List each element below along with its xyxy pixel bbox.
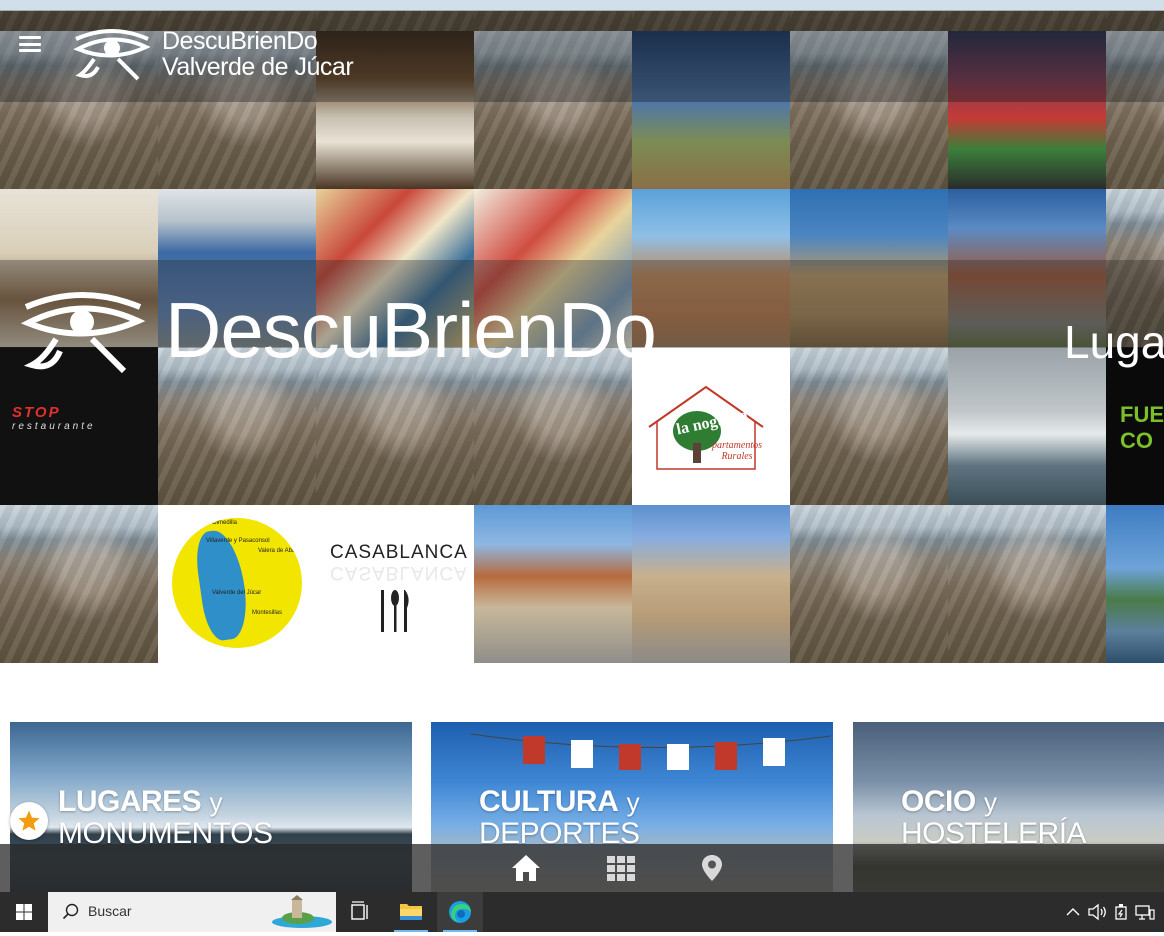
- card-title: LUGARES y MONUMENTOS: [58, 785, 273, 849]
- card-title: OCIO y HOSTELERÍA: [901, 785, 1087, 849]
- mosaic-tile-town[interactable]: [632, 505, 790, 663]
- map-label: Villaverde y Pasaconsol: [206, 538, 270, 544]
- speaker-icon[interactable]: [1086, 902, 1108, 922]
- home-icon[interactable]: [511, 854, 541, 882]
- search-icon: [62, 903, 79, 920]
- mosaic-tile[interactable]: [790, 505, 948, 663]
- card-title-y: y: [984, 787, 998, 817]
- fuente-line2: CO: [1120, 428, 1153, 453]
- site-header: DescuBrienDo Valverde de Júcar: [0, 11, 1164, 91]
- stop-sub-text: restaurante: [12, 421, 96, 432]
- card-title-bold: LUGARES: [58, 785, 202, 818]
- map-circle: Villaverde y Pasaconsol Valera de Abajo …: [172, 518, 302, 648]
- noguera-sub-line1: partamentos: [712, 440, 762, 451]
- file-explorer-button[interactable]: [388, 892, 434, 932]
- eye-of-horus-icon: [20, 292, 146, 373]
- mosaic-tile[interactable]: [0, 505, 158, 663]
- edge-browser-button[interactable]: [437, 892, 483, 932]
- map-label: Montesillas: [252, 610, 283, 616]
- card-title-bold: CULTURA: [479, 785, 619, 818]
- hero-title: DescuBrienDo: [165, 286, 657, 374]
- search-highlight-image: [272, 895, 332, 928]
- mosaic-tile-kitesurf[interactable]: [948, 347, 1106, 505]
- favorite-button[interactable]: [10, 802, 48, 840]
- network-icon[interactable]: [1134, 902, 1156, 922]
- mosaic-tile[interactable]: [948, 505, 1106, 663]
- windows-taskbar: Buscar: [0, 892, 1164, 932]
- chevron-up-icon[interactable]: [1064, 902, 1082, 922]
- task-view-icon[interactable]: [338, 892, 384, 932]
- star-icon: [18, 810, 40, 831]
- card-title: CULTURA y DEPORTES: [479, 786, 640, 849]
- bottom-nav-bar: [0, 844, 1164, 892]
- eye-of-horus-icon[interactable]: [72, 27, 152, 81]
- hamburger-icon[interactable]: [19, 36, 41, 52]
- location-pin-icon[interactable]: [697, 854, 727, 882]
- noguera-sub-line2: Rurales: [721, 451, 753, 462]
- logo-line1: DescuBrienDo: [162, 27, 318, 55]
- card-title-bold: OCIO: [901, 785, 976, 818]
- mosaic-tile[interactable]: [790, 347, 948, 505]
- search-placeholder: Buscar: [88, 903, 132, 919]
- hero-carousel-text: Luga: [1064, 316, 1164, 368]
- map-label: Olmedilla: [212, 520, 238, 526]
- edge-icon: [449, 901, 471, 923]
- noguera-sub: partamentos Rurales: [712, 440, 762, 462]
- mosaic-tile-lake[interactable]: [1106, 505, 1164, 663]
- browser-top-strip: [0, 0, 1164, 11]
- battery-plug-icon[interactable]: [1112, 902, 1130, 922]
- mosaic-tile-street[interactable]: [474, 505, 632, 663]
- casablanca-reflection: CASABLANCA: [330, 562, 468, 583]
- fuente-text: FUE CO: [1120, 402, 1164, 454]
- map-label: Valverde del Júcar: [212, 590, 262, 596]
- map-label: Valera de Abajo: [258, 548, 300, 554]
- card-title-y: y: [626, 787, 640, 817]
- flags-decoration: [471, 733, 831, 770]
- map-lake: [192, 527, 252, 643]
- card-title-y: y: [209, 787, 223, 817]
- folder-icon: [400, 904, 422, 920]
- mosaic-tile-casablanca[interactable]: [316, 505, 474, 663]
- grid-icon[interactable]: [606, 854, 636, 882]
- site-logo-text[interactable]: DescuBrienDo Valverde de Júcar: [162, 27, 354, 81]
- windows-start-icon[interactable]: [0, 892, 48, 932]
- logo-line2: Valverde de Júcar: [162, 53, 354, 81]
- stop-logo-text: STOP: [12, 404, 61, 421]
- fuente-line1: FUE: [1120, 402, 1164, 427]
- cutlery-icon: [381, 590, 409, 632]
